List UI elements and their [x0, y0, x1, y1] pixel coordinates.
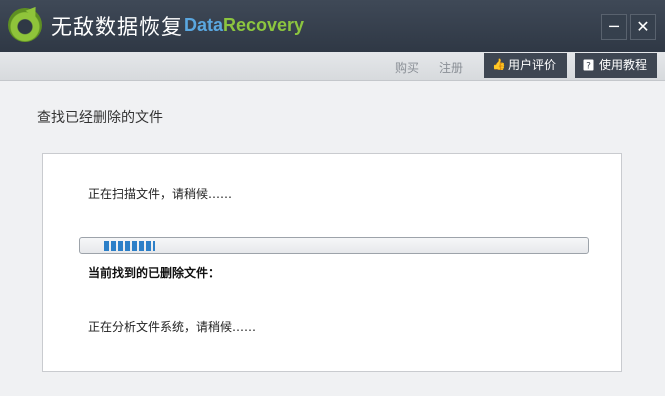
app-title-en: DataRecovery [184, 15, 304, 36]
buy-link[interactable]: 购买 [395, 59, 419, 76]
scan-status-text: 正在扫描文件，请稍候…… [88, 187, 233, 201]
close-icon: ✕ [636, 17, 650, 36]
app-title-cn: 无敌数据恢复 [51, 15, 183, 39]
scan-progress-fill [104, 241, 155, 251]
minimize-button[interactable]: ─ [601, 14, 627, 40]
help-book-icon: ? [583, 59, 594, 72]
close-button[interactable]: ✕ [630, 14, 656, 40]
user-reviews-label: 用户评价 [508, 58, 557, 72]
user-reviews-button[interactable]: 👍 用户评价 [484, 53, 567, 78]
tutorial-label: 使用教程 [599, 58, 648, 72]
tutorial-button[interactable]: ? 使用教程 [575, 53, 657, 78]
found-files-label: 当前找到的已删除文件： [88, 266, 221, 280]
scan-panel: 正在扫描文件，请稍候…… 当前找到的已删除文件： 正在分析文件系统，请稍候…… [42, 153, 622, 372]
register-link[interactable]: 注册 [439, 59, 463, 76]
title-bar: 无敌数据恢复 DataRecovery ─ ✕ [0, 0, 665, 52]
page-title: 查找已经删除的文件 [37, 110, 163, 126]
app-title-en-recovery: Recovery [223, 15, 305, 35]
minimize-icon: ─ [609, 17, 619, 36]
svg-text:?: ? [586, 62, 591, 72]
toolbar: 购买 注册 👍 用户评价 ? 使用教程 [0, 52, 665, 81]
analyze-status-text: 正在分析文件系统，请稍候…… [88, 320, 257, 334]
app-title-en-data: Data [184, 15, 224, 35]
thumbs-up-icon: 👍 [492, 58, 506, 71]
scan-progress-bar [79, 237, 589, 254]
